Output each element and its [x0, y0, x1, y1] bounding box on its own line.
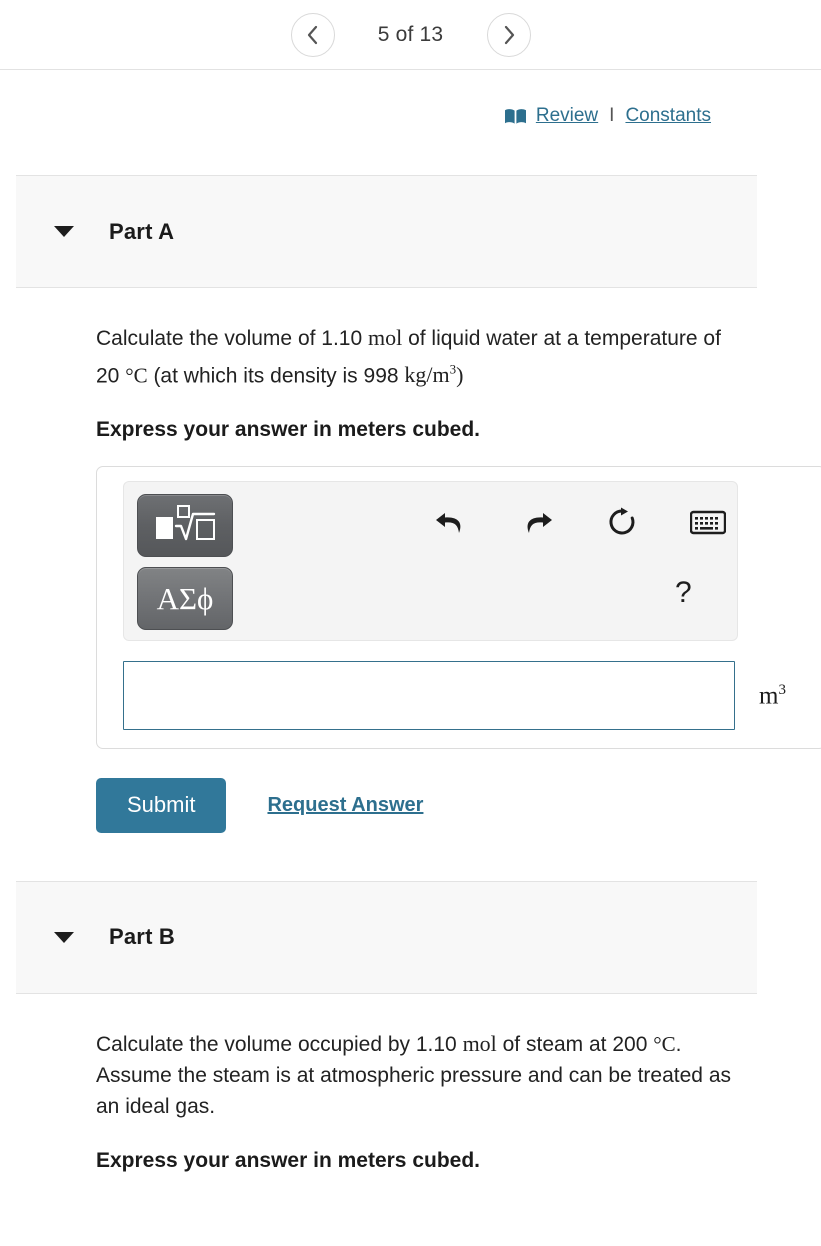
pagination-bar: 5 of 13: [0, 0, 821, 70]
question-seg-4: ): [456, 362, 464, 388]
part-a-question: Calculate the volume of 1.10 mol of liqu…: [96, 322, 721, 391]
submit-button[interactable]: Submit: [96, 778, 227, 833]
part-a-title: Part A: [109, 218, 175, 244]
previous-page-button[interactable]: [290, 12, 335, 57]
unit-degree-celsius: °C: [653, 1031, 676, 1056]
part-a-answer-box: ΑΣϕ ? m3: [96, 466, 821, 750]
help-button[interactable]: ?: [675, 576, 692, 610]
part-a-section: Part A Calculate the volume of 1.10 mol …: [0, 175, 821, 833]
unit-degree-celsius: °C: [125, 363, 148, 388]
part-b-section: Part B Calculate the volume occupied by …: [0, 880, 821, 1173]
toolbar-icon-group: [434, 506, 727, 538]
unit-mol: mol: [368, 325, 403, 350]
part-a-actions: Submit Request Answer: [96, 778, 821, 833]
part-a-header[interactable]: Part A: [16, 175, 757, 288]
part-b-body: Calculate the volume occupied by 1.10 mo…: [0, 994, 821, 1173]
reset-icon[interactable]: [606, 506, 638, 538]
unit-density: kg/m3: [404, 362, 457, 388]
part-a-instruction: Express your answer in meters cubed.: [96, 418, 480, 442]
part-b-title: Part B: [109, 924, 175, 950]
math-toolbar: ΑΣϕ ?: [123, 481, 738, 642]
greek-letters-button[interactable]: ΑΣϕ: [137, 567, 233, 631]
page-counter: 5 of 13: [377, 22, 444, 46]
resources-bar: Review I Constants: [0, 70, 821, 127]
part-b-instruction: Express your answer in meters cubed.: [96, 1148, 480, 1172]
request-answer-link[interactable]: Request Answer: [267, 794, 423, 817]
keyboard-icon[interactable]: [689, 510, 727, 535]
review-link[interactable]: Review: [536, 105, 598, 127]
undo-icon[interactable]: [434, 507, 468, 537]
question-seg-1: Calculate the volume of 1.10: [96, 327, 368, 350]
math-template-button[interactable]: [137, 494, 233, 558]
math-template-icon: [154, 504, 216, 547]
part-b-question: Calculate the volume occupied by 1.10 mo…: [96, 1028, 756, 1122]
next-page-button[interactable]: [486, 12, 531, 57]
answer-unit: m3: [759, 681, 786, 709]
part-b-header[interactable]: Part B: [16, 880, 757, 994]
question-seg-3: (at which its density is 998: [147, 364, 405, 388]
answer-input[interactable]: [123, 661, 735, 731]
unit-mol: mol: [462, 1030, 497, 1056]
book-icon: [504, 108, 527, 125]
constants-link[interactable]: Constants: [625, 105, 711, 127]
link-separator: I: [609, 105, 615, 126]
caret-down-icon: [54, 226, 74, 237]
greek-letters-label: ΑΣϕ: [156, 581, 214, 617]
question-seg-2: of steam at 200: [496, 1032, 654, 1056]
chevron-right-icon: [501, 24, 517, 46]
caret-down-icon: [54, 931, 74, 943]
part-a-body: Calculate the volume of 1.10 mol of liqu…: [0, 288, 821, 833]
chevron-left-icon: [305, 24, 321, 46]
answer-input-row: m3: [123, 661, 821, 731]
question-seg-1: Calculate the volume occupied by 1.10: [96, 1032, 463, 1056]
redo-icon[interactable]: [520, 507, 554, 537]
